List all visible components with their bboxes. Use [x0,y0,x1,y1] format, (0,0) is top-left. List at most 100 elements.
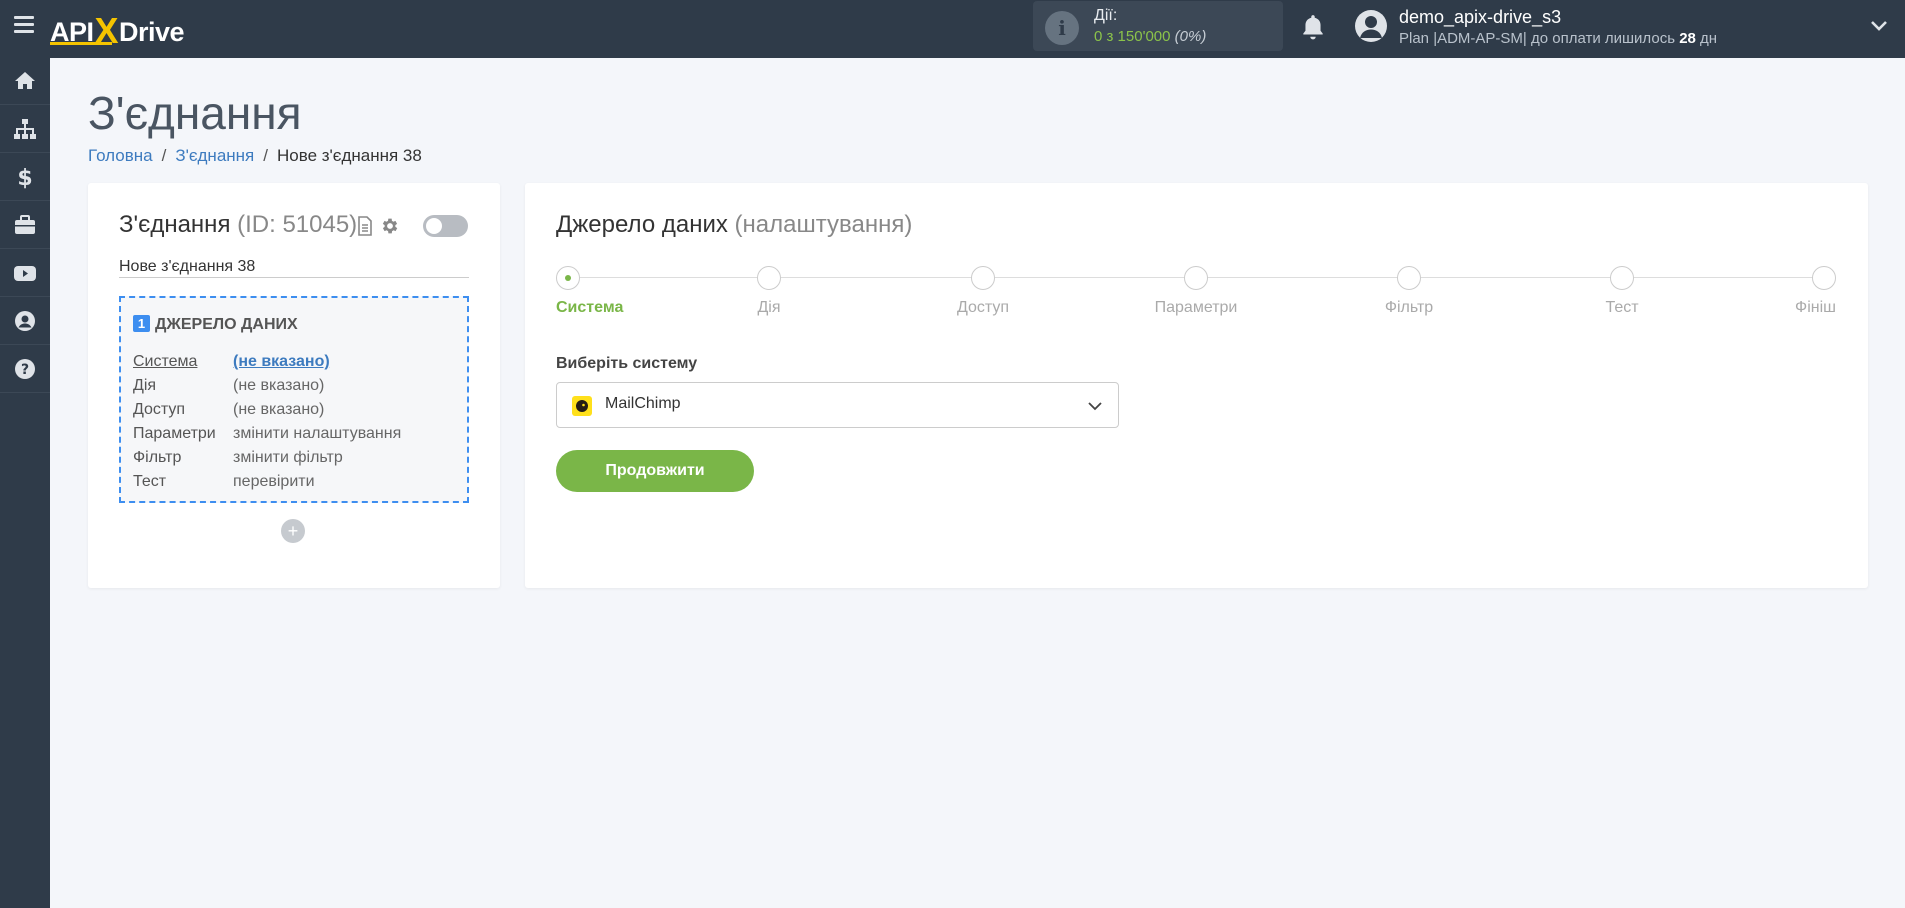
step-label[interactable]: Фініш [1795,299,1836,317]
breadcrumb-current: Нове з'єднання 38 [277,146,422,165]
help-icon: ? [15,359,35,379]
user-plan: Plan |ADM-AP-SM| до оплати лишилось 28 д… [1399,30,1717,47]
row-value: (не вказано) [233,377,325,394]
avatar[interactable] [1355,10,1387,42]
user-circle-icon [15,311,35,331]
system-select[interactable]: MailChimp [556,382,1119,428]
actions-counter: i Дії: 0 з 150'000 (0%) [1033,1,1283,51]
step-dot[interactable] [1184,266,1208,290]
source-title: Джерело даних [556,211,728,238]
chevron-down-icon [1088,402,1102,411]
connection-card: З'єднання (ID: 51045) 1 ДЖЕРЕЛО ДАНИХ Сис… [88,183,500,588]
menu-icon[interactable] [14,16,34,34]
svg-text:$: $ [17,166,32,189]
page-title: З'єднання [88,87,302,139]
row-key: Фільтр [133,449,182,466]
connection-toggle[interactable] [423,215,468,237]
briefcase-icon [15,215,35,234]
bell-icon[interactable] [1300,13,1326,41]
top-bar: APIXDrive i Дії: 0 з 150'000 (0%) demo_a… [0,0,1905,58]
sidebar-item-portfolio[interactable] [0,202,50,249]
plan-text: Plan |ADM-AP-SM| до оплати лишилось [1399,30,1676,47]
row-key: Тест [133,473,167,490]
breadcrumb-home[interactable]: Головна [88,146,153,165]
user-icon [1360,16,1382,38]
actions-count: 0 з 150'000 [1094,28,1171,45]
source-row-test: Тест перевірити [133,473,453,493]
toggle-knob [426,218,442,234]
step-dot[interactable] [1397,266,1421,290]
row-value: (не вказано) [233,401,325,418]
step-dot[interactable] [971,266,995,290]
document-icon[interactable] [357,216,373,236]
source-subtitle: (налаштування) [734,211,913,238]
row-value[interactable]: перевірити [233,473,315,491]
step-label[interactable]: Тест [1605,299,1638,317]
step-label[interactable]: Параметри [1155,299,1238,317]
source-settings-title: Джерело даних (налаштування) [556,211,912,239]
breadcrumb-connections[interactable]: З'єднання [175,146,254,165]
step-dot[interactable] [1812,266,1836,290]
source-row-parameters: Параметри змінити налаштування [133,425,453,445]
source-title-text: ДЖЕРЕЛО ДАНИХ [155,316,298,333]
step-dot[interactable] [757,266,781,290]
source-settings-card: Джерело даних (налаштування) Система Дія… [525,183,1868,588]
source-row-access: Доступ (не вказано) [133,401,453,421]
actions-value: 0 з 150'000 (0%) [1094,28,1206,45]
step-dot[interactable] [556,266,580,290]
source-row-filter: Фільтр змінити фільтр [133,449,453,469]
source-block[interactable]: 1 ДЖЕРЕЛО ДАНИХ Система (не вказано) Дія … [119,296,469,503]
mailchimp-icon [572,396,592,416]
connection-title-text: З'єднання [119,211,231,238]
connection-id: (ID: 51045) [237,211,358,238]
selected-system: MailChimp [605,395,681,412]
sidebar-item-video[interactable] [0,250,50,297]
step-label[interactable]: Дія [757,299,780,317]
plan-days: 28 [1679,30,1696,47]
breadcrumb: Головна / З'єднання / Нове з'єднання 38 [88,146,422,166]
step-dot[interactable] [1610,266,1634,290]
youtube-icon [14,266,36,281]
sidebar-item-billing[interactable]: $ [0,154,50,201]
row-value[interactable]: (не вказано) [233,353,330,371]
row-key: Дія [133,377,157,394]
source-number-badge: 1 [133,315,150,332]
step-label[interactable]: Доступ [957,299,1009,317]
source-row-action: Дія (не вказано) [133,377,453,397]
actions-label: Дії: [1094,7,1118,24]
logo-right: Drive [119,17,185,47]
connection-name-input[interactable] [119,256,469,278]
logo[interactable]: APIXDrive [50,9,185,51]
logo-underline [50,42,112,45]
row-value[interactable]: змінити налаштування [233,425,401,443]
add-block-button[interactable]: + [281,519,305,543]
choose-system-label: Виберіть систему [556,355,698,372]
step-label[interactable]: Система [556,299,623,317]
home-icon [15,72,35,89]
row-key: Параметри [133,425,216,442]
gear-icon[interactable] [380,216,400,236]
sidebar-item-profile[interactable] [0,298,50,345]
sidebar-item-connections[interactable] [0,106,50,153]
sidebar-item-home[interactable] [0,58,50,105]
sidebar-item-help[interactable]: ? [0,346,50,393]
sitemap-icon [14,119,36,139]
continue-button[interactable]: Продовжити [556,450,754,492]
breadcrumb-separator: / [161,146,167,165]
source-row-system: Система (не вказано) [133,353,453,373]
connection-title: З'єднання (ID: 51045) [119,211,357,239]
row-key[interactable]: Система [133,353,197,371]
chevron-down-icon[interactable] [1870,19,1888,33]
breadcrumb-separator: / [263,146,268,165]
info-icon: i [1045,11,1079,45]
step-label[interactable]: Фільтр [1385,299,1433,317]
plan-days-unit: дн [1700,30,1718,47]
dollar-icon: $ [17,166,32,189]
svg-text:?: ? [21,362,29,378]
source-block-title: 1 ДЖЕРЕЛО ДАНИХ [133,315,298,334]
row-key: Доступ [133,401,186,418]
user-name[interactable]: demo_apix-drive_s3 [1399,7,1561,28]
sidebar: $ ? [0,58,50,908]
row-value[interactable]: змінити фільтр [233,449,343,467]
actions-percent: (0%) [1174,28,1207,45]
